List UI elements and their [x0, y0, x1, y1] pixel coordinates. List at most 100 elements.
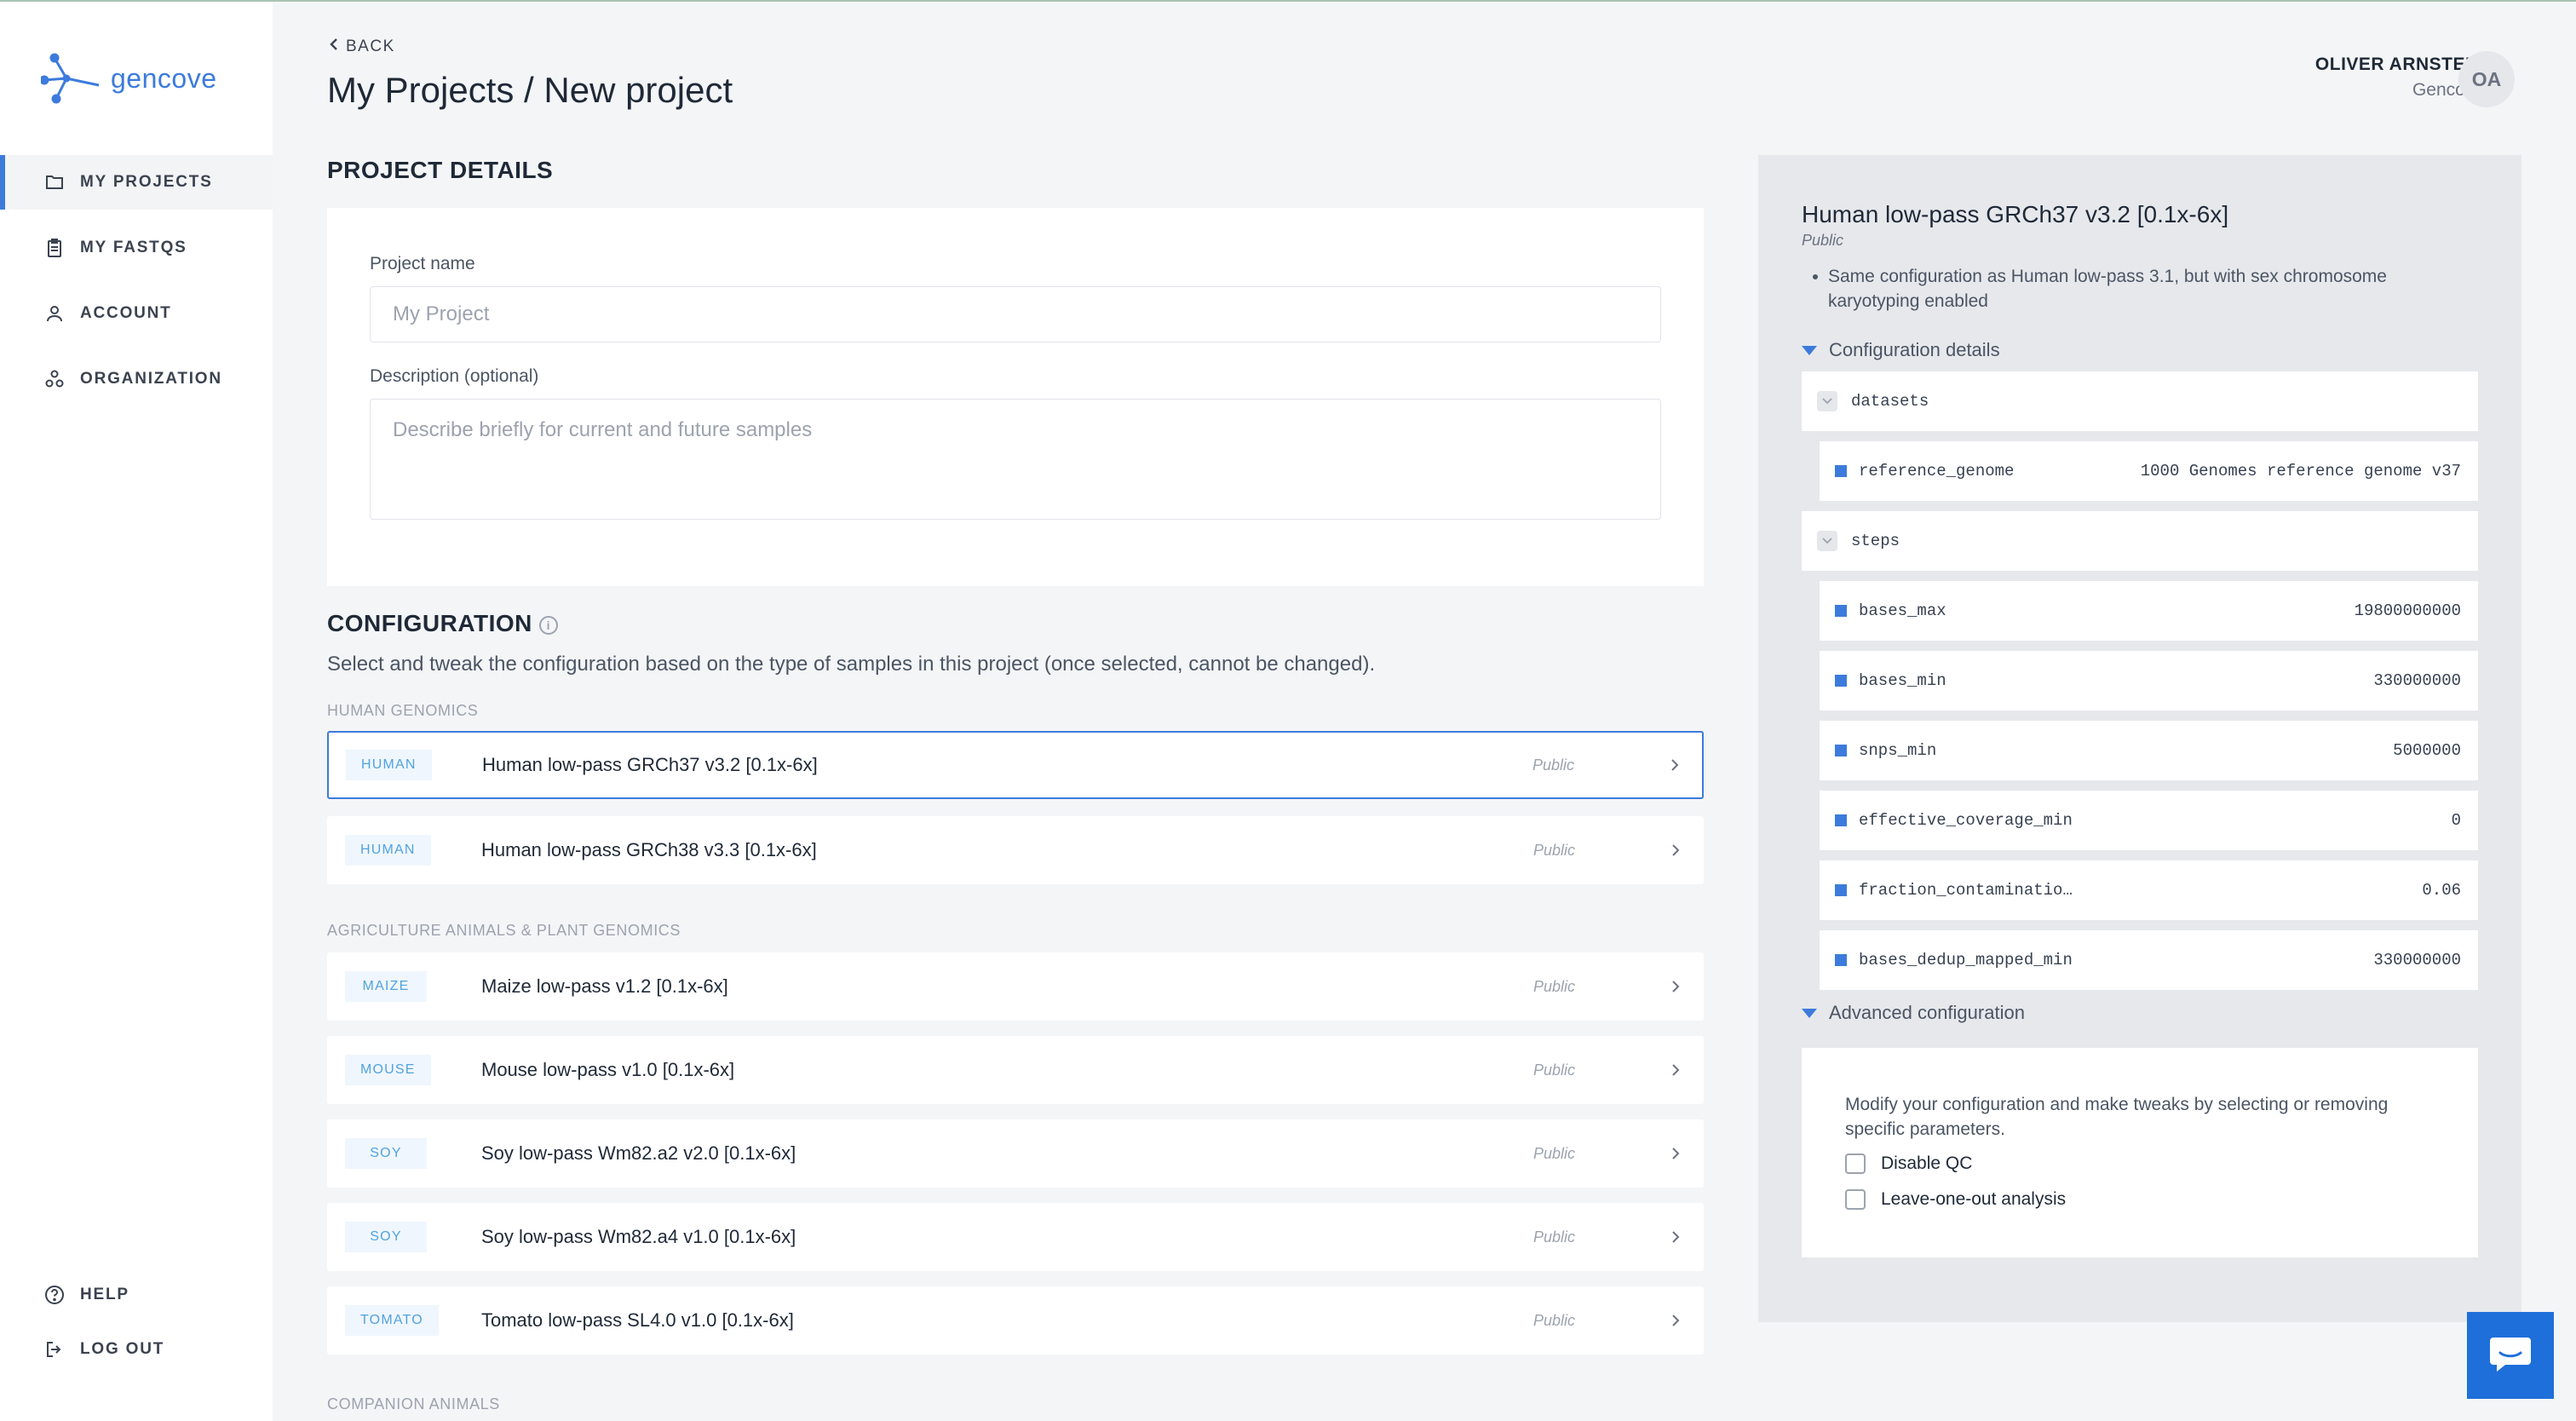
- config-option-name: Soy low-pass Wm82.a2 v2.0 [0.1x-6x]: [481, 1142, 796, 1164]
- leave-one-out-option[interactable]: Leave-one-out analysis: [1845, 1189, 2066, 1210]
- config-option-name: Soy low-pass Wm82.a4 v1.0 [0.1x-6x]: [481, 1226, 796, 1247]
- kv-key: fraction_contaminatio…: [1859, 881, 2073, 900]
- panel-visibility: Public: [1802, 232, 1844, 249]
- sidebar-item-label: ORGANIZATION: [80, 370, 222, 388]
- project-name-label: Project name: [370, 254, 475, 273]
- option-label: Leave-one-out analysis: [1881, 1189, 2067, 1209]
- help-icon: [44, 1285, 65, 1305]
- chevron-left-icon: [329, 37, 339, 56]
- organization-icon: [44, 369, 65, 389]
- visibility-label: Public: [1532, 1144, 1575, 1162]
- chevron-right-icon: [1672, 844, 1680, 856]
- datasets-node[interactable]: datasets: [1802, 371, 2478, 431]
- kv-bases-max: bases_max 19800000000: [1820, 581, 2478, 641]
- kv-effective-coverage-min: effective_coverage_min 0: [1820, 791, 2478, 850]
- advanced-configuration-toggle[interactable]: Advanced configuration: [1802, 1002, 2025, 1024]
- panel-title: Human low-pass GRCh37 v3.2 [0.1x-6x]: [1802, 201, 2229, 227]
- kv-value: 0: [2451, 811, 2461, 830]
- chevron-right-icon: [1672, 1064, 1680, 1076]
- gencove-logo[interactable]: gencove: [41, 51, 216, 106]
- sidebar-item-label: MY PROJECTS: [80, 173, 213, 191]
- chat-icon: [2488, 1334, 2533, 1378]
- sidebar-item-account[interactable]: ACCOUNT: [0, 286, 273, 341]
- kv-key: effective_coverage_min: [1859, 811, 2073, 830]
- species-tag: HUMAN: [346, 750, 432, 780]
- config-option-human-grch37[interactable]: HUMAN Human low-pass GRCh37 v3.2 [0.1x-6…: [327, 731, 1704, 799]
- config-option-soy-a2[interactable]: SOY Soy low-pass Wm82.a2 v2.0 [0.1x-6x] …: [327, 1119, 1704, 1188]
- kv-reference-genome: reference_genome 1000 Genomes reference …: [1820, 441, 2478, 501]
- sidebar-item-log-out[interactable]: LOG OUT: [0, 1322, 273, 1377]
- sidebar: gencove MY PROJECTS MY FASTQS ACCOUNT OR…: [0, 2, 273, 1421]
- back-label: BACK: [346, 37, 395, 55]
- kv-bases-dedup-mapped-min: bases_dedup_mapped_min 330000000: [1820, 930, 2478, 990]
- kv-value: 5000000: [2393, 741, 2461, 760]
- species-tag: HUMAN: [345, 835, 431, 866]
- sidebar-item-label: MY FASTQS: [80, 239, 187, 256]
- user-icon: [44, 303, 65, 324]
- chevron-right-icon: [1672, 1231, 1680, 1243]
- group-label-companion-animals: COMPANION ANIMALS: [327, 1395, 500, 1412]
- project-name-input[interactable]: [370, 286, 1661, 342]
- chevron-right-icon: [1672, 1148, 1680, 1159]
- info-icon[interactable]: i: [538, 615, 558, 635]
- config-option-maize[interactable]: MAIZE Maize low-pass v1.2 [0.1x-6x] Publ…: [327, 952, 1704, 1021]
- caret-down-icon: [1802, 1008, 1817, 1018]
- species-tag: MAIZE: [345, 971, 427, 1002]
- leave-one-out-checkbox[interactable]: [1845, 1189, 1866, 1210]
- configuration-description: Select and tweak the configuration based…: [327, 653, 1376, 676]
- logo-text: gencove: [111, 62, 217, 94]
- disable-qc-option[interactable]: Disable QC: [1845, 1153, 1972, 1174]
- chevron-right-icon: [1672, 1315, 1680, 1326]
- config-option-tomato[interactable]: TOMATO Tomato low-pass SL4.0 v1.0 [0.1x-…: [327, 1286, 1704, 1355]
- collapse-icon: [1817, 531, 1837, 551]
- sidebar-item-help[interactable]: HELP: [0, 1268, 273, 1322]
- visibility-label: Public: [1532, 1061, 1575, 1079]
- chat-support-button[interactable]: [2467, 1312, 2554, 1399]
- group-label-human-genomics: HUMAN GENOMICS: [327, 702, 479, 719]
- back-link[interactable]: BACK: [329, 37, 395, 56]
- caret-down-icon: [1802, 345, 1817, 355]
- visibility-label: Public: [1532, 1228, 1575, 1246]
- project-details-title: PROJECT DETAILS: [327, 157, 554, 183]
- species-tag: TOMATO: [345, 1305, 439, 1336]
- kv-snps-min: snps_min 5000000: [1820, 721, 2478, 780]
- sidebar-item-my-fastqs[interactable]: MY FASTQS: [0, 221, 273, 275]
- avatar[interactable]: OA: [2458, 51, 2515, 107]
- kv-key: bases_max: [1859, 601, 1946, 620]
- kv-fraction-contamination: fraction_contaminatio… 0.06: [1820, 860, 2478, 920]
- configuration-title: CONFIGURATION i: [327, 610, 558, 637]
- folder-icon: [44, 172, 65, 193]
- species-tag: SOY: [345, 1222, 427, 1252]
- species-tag: SOY: [345, 1138, 427, 1169]
- sidebar-item-my-projects[interactable]: MY PROJECTS: [0, 155, 273, 210]
- kv-key: bases_dedup_mapped_min: [1859, 951, 2073, 969]
- value-square-icon: [1835, 954, 1847, 966]
- kv-key: reference_genome: [1859, 462, 2015, 480]
- option-label: Disable QC: [1881, 1153, 1973, 1173]
- advanced-configuration-description: Modify your configuration and make tweak…: [1845, 1095, 2389, 1139]
- disable-qc-checkbox[interactable]: [1845, 1153, 1866, 1174]
- sidebar-item-organization[interactable]: ORGANIZATION: [0, 352, 273, 406]
- chevron-right-icon: [1672, 981, 1680, 992]
- advanced-configuration-box: [1802, 1048, 2478, 1257]
- value-square-icon: [1835, 814, 1847, 826]
- configuration-title-text: CONFIGURATION: [327, 610, 532, 636]
- config-option-name: Tomato low-pass SL4.0 v1.0 [0.1x-6x]: [481, 1309, 794, 1331]
- visibility-label: Public: [1532, 1311, 1575, 1329]
- value-square-icon: [1835, 675, 1847, 687]
- description-label: Description (optional): [370, 366, 539, 386]
- config-option-human-grch38[interactable]: HUMAN Human low-pass GRCh38 v3.3 [0.1x-6…: [327, 816, 1704, 884]
- logout-icon: [44, 1339, 65, 1360]
- config-option-mouse[interactable]: MOUSE Mouse low-pass v1.0 [0.1x-6x] Publ…: [327, 1036, 1704, 1104]
- config-option-soy-a4[interactable]: SOY Soy low-pass Wm82.a4 v1.0 [0.1x-6x] …: [327, 1203, 1704, 1271]
- node-key: steps: [1851, 532, 1900, 550]
- description-input[interactable]: [370, 399, 1661, 520]
- steps-node[interactable]: steps: [1802, 511, 2478, 571]
- configuration-details-toggle[interactable]: Configuration details: [1802, 339, 2000, 361]
- kv-value: 330000000: [2373, 951, 2461, 969]
- value-square-icon: [1835, 745, 1847, 757]
- group-label-agriculture: AGRICULTURE ANIMALS & PLANT GENOMICS: [327, 922, 681, 939]
- kv-value: 330000000: [2373, 671, 2461, 690]
- clipboard-icon: [44, 238, 65, 258]
- project-details-card: [327, 208, 1704, 586]
